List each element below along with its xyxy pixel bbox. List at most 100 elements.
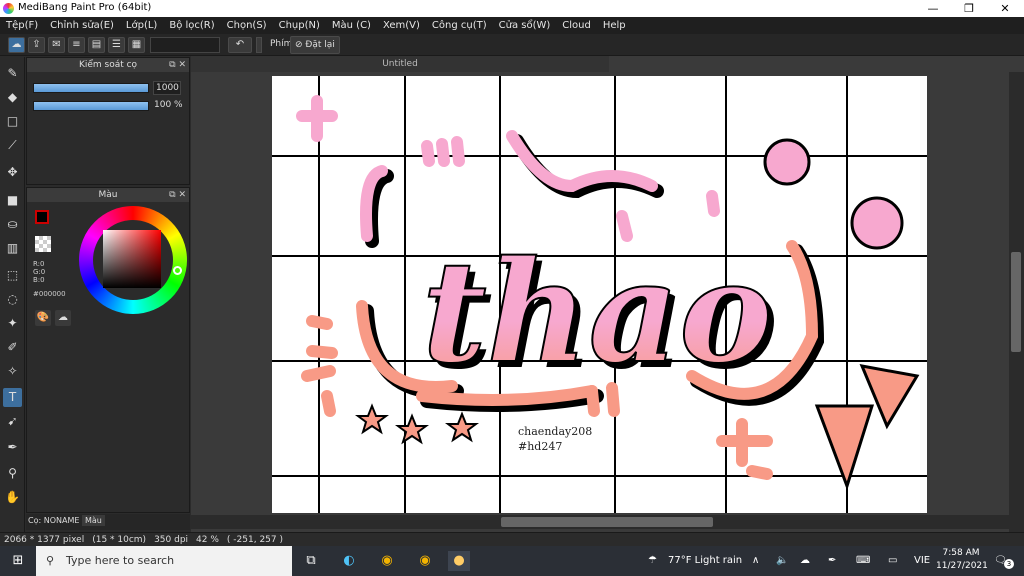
transparent-swatch[interactable]	[35, 236, 51, 252]
toolbar-field[interactable]	[150, 37, 220, 53]
clock-time[interactable]: 7:58 AM	[942, 548, 980, 558]
close-button[interactable]: ✕	[988, 0, 1022, 17]
title-bar: MediBang Paint Pro (64bit) — ❐ ✕	[0, 0, 1024, 17]
drawing-canvas[interactable]: thao thao chaenday208 #hd247	[272, 76, 927, 513]
menu-tools[interactable]: Công cụ(T)	[426, 17, 493, 34]
menu-window[interactable]: Cửa sổ(W)	[493, 17, 557, 34]
menu-cloud[interactable]: Cloud	[556, 17, 597, 34]
eyedropper-icon[interactable]: ⚲	[3, 464, 22, 483]
menu-snap[interactable]: Chụp(N)	[273, 17, 326, 34]
horizontal-scrollbar[interactable]	[191, 515, 1009, 529]
share-icon[interactable]: ⇪	[28, 37, 45, 53]
language-indicator[interactable]: VIE	[914, 546, 930, 576]
gradient-icon[interactable]: ▥	[3, 239, 22, 258]
app-icon	[3, 3, 14, 14]
weather-icon[interactable]: ☂	[648, 546, 657, 576]
menu-select[interactable]: Chọn(S)	[221, 17, 273, 34]
tab-brush[interactable]: Cọ: NONAME	[28, 516, 79, 525]
lasso-icon[interactable]: ◌	[3, 290, 22, 309]
undo-icon[interactable]: ↶	[228, 37, 252, 53]
toolbar: ☁ ⇪ ✉ ≡ ▤ ☰ ▦ ↶ Phím ⊘ Đặt lại	[0, 34, 1024, 56]
onedrive-icon[interactable]: ☁	[800, 546, 810, 576]
cloud-icon[interactable]: ☁	[8, 37, 25, 53]
menu-bar: Tệp(F) Chỉnh sửa(E) Lớp(L) Bộ lọc(R) Chọn(S)…	[0, 17, 1024, 34]
color-panel: Màu ⧉ ✕ R:0 G:0 B:0 #000000 🎨 ☁	[26, 187, 190, 513]
brush-panel-title: Kiểm soát cọ	[78, 60, 138, 70]
brush-panel-header: Kiểm soát cọ ⧉ ✕	[27, 58, 189, 72]
move-icon[interactable]: ✥	[3, 163, 22, 182]
menu-filter[interactable]: Bộ lọc(R)	[163, 17, 220, 34]
taskbar: ⊞ ⚲ Type here to search ⧉ ◐ ◉ ◉ ● ☂ 77°F…	[0, 546, 1024, 576]
palette-icon[interactable]: 🎨	[35, 310, 51, 326]
document-tab[interactable]: Untitled	[191, 56, 609, 72]
red-value: R:0	[33, 260, 45, 268]
text-icon[interactable]: T	[3, 388, 22, 407]
panel-close-icon[interactable]: ⧉ ✕	[169, 58, 186, 72]
palette-cloud-icon[interactable]: ☁	[55, 310, 71, 326]
vertical-scrollbar[interactable]	[1009, 72, 1024, 532]
status-dpi: 350 dpi	[154, 535, 189, 545]
task-view-icon[interactable]: ⧉	[300, 551, 322, 571]
menu-view[interactable]: Xem(V)	[377, 17, 426, 34]
select-rect-icon[interactable]: ⬚	[3, 266, 22, 285]
hex-value: #000000	[33, 290, 66, 298]
panel-close-icon[interactable]: ⧉ ✕	[169, 188, 186, 202]
fill-rect-icon[interactable]: ■	[3, 191, 22, 210]
chrome-icon[interactable]: ◉	[376, 551, 398, 571]
menu-color[interactable]: Màu (C)	[326, 17, 377, 34]
select-pen-icon[interactable]: ✐	[3, 338, 22, 357]
operation-icon[interactable]: ➹	[3, 412, 22, 431]
menu-help[interactable]: Help	[597, 17, 632, 34]
chat-icon[interactable]: ≡	[68, 37, 85, 53]
tray-chevron-icon[interactable]: ∧	[752, 546, 759, 576]
saturation-square[interactable]	[103, 230, 161, 288]
chrome-icon-2[interactable]: ◉	[414, 551, 436, 571]
comment-icon[interactable]: ✉	[48, 37, 65, 53]
hand-icon[interactable]: ✋	[3, 488, 22, 507]
brush-size-slider[interactable]	[33, 83, 149, 93]
keyboard-icon[interactable]: ⌨	[856, 546, 870, 576]
brush-opacity-slider[interactable]	[33, 101, 149, 111]
reset-button[interactable]: ⊘ Đặt lại	[290, 36, 340, 54]
notification-count: 3	[1004, 559, 1014, 569]
windows-start-icon[interactable]: ⊞	[7, 551, 29, 571]
brush-opacity-value: 100 %	[154, 100, 183, 110]
list-icon[interactable]: ☰	[108, 37, 125, 53]
eraser-icon[interactable]: ◆	[3, 88, 22, 107]
rectangle-icon[interactable]: □	[3, 112, 22, 131]
select-eraser-icon[interactable]: ✧	[3, 362, 22, 381]
taskbar-search[interactable]: ⚲ Type here to search	[36, 546, 292, 576]
maximize-button[interactable]: ❐	[952, 0, 986, 17]
brush-size-field[interactable]: 1000	[153, 81, 181, 95]
panel-tabs: Cọ: NONAME Màu	[26, 514, 190, 530]
vertical-scroll-thumb[interactable]	[1011, 252, 1021, 352]
speaker-icon[interactable]: 🔈	[776, 546, 788, 576]
menu-layer[interactable]: Lớp(L)	[120, 17, 163, 34]
bucket-icon[interactable]: ⛀	[3, 215, 22, 234]
clock-date[interactable]: 11/27/2021	[936, 561, 988, 571]
brush-panel: Kiểm soát cọ ⧉ ✕ 1000 100 %	[26, 57, 190, 185]
line-brush-icon[interactable]: ⟋	[3, 136, 22, 155]
menu-file[interactable]: Tệp(F)	[0, 17, 44, 34]
pen-icon[interactable]: ✒	[828, 546, 836, 576]
magic-wand-icon[interactable]: ✦	[3, 314, 22, 333]
color-panel-header: Màu ⧉ ✕	[27, 188, 189, 202]
stars	[355, 403, 479, 445]
status-coords: ( -251, 257 )	[226, 535, 283, 545]
weather-text[interactable]: 77°F Light rain	[668, 546, 742, 576]
foreground-color-swatch[interactable]	[35, 210, 49, 224]
artwork-word: thao	[422, 231, 773, 395]
grid-icon[interactable]: ▦	[128, 37, 145, 53]
edge-icon[interactable]: ◐	[338, 551, 360, 571]
brush-icon[interactable]: ✎	[3, 64, 22, 83]
tab-color[interactable]: Màu	[82, 515, 105, 526]
medibang-taskbar-icon[interactable]: ●	[448, 551, 470, 571]
document-icon[interactable]: ▤	[88, 37, 105, 53]
hue-wheel[interactable]	[79, 206, 187, 314]
menu-edit[interactable]: Chỉnh sửa(E)	[44, 17, 120, 34]
minimize-button[interactable]: —	[916, 0, 950, 17]
display-icon[interactable]: ▭	[888, 546, 897, 576]
hue-handle[interactable]	[173, 266, 182, 275]
dropper-icon[interactable]: ✒	[3, 438, 22, 457]
horizontal-scroll-thumb[interactable]	[501, 517, 713, 527]
